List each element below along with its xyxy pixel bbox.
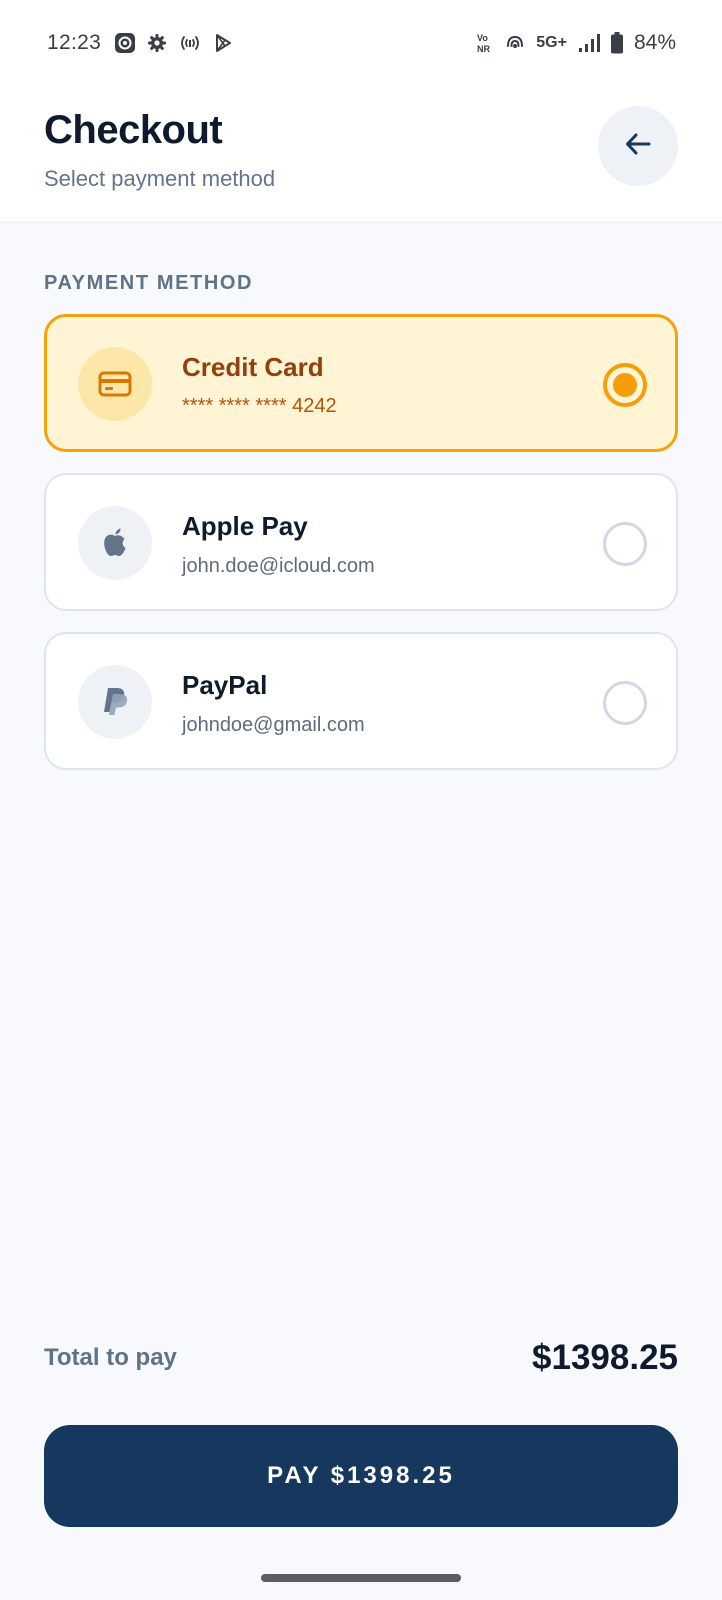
payment-option-title: Credit Card bbox=[182, 352, 324, 382]
page-header: Checkout Select payment method bbox=[0, 86, 722, 223]
payment-option-detail: john.doe@icloud.com bbox=[182, 555, 375, 577]
paypal-icon bbox=[78, 665, 152, 739]
apple-icon bbox=[78, 506, 152, 580]
radio-unselected[interactable] bbox=[603, 522, 647, 566]
payment-option-credit-card[interactable]: Credit Card **** **** **** 4242 bbox=[44, 314, 678, 452]
credit-card-icon bbox=[78, 347, 152, 421]
back-button[interactable] bbox=[598, 106, 678, 186]
vonr-icon: Vo NR bbox=[476, 32, 494, 54]
radio-dot bbox=[613, 373, 637, 397]
play-store-icon bbox=[213, 33, 233, 53]
payment-option-detail: **** **** **** 4242 bbox=[182, 395, 337, 417]
arrow-left-icon bbox=[623, 129, 653, 164]
total-value: $1398.25 bbox=[532, 1338, 678, 1377]
radio-unselected[interactable] bbox=[603, 681, 647, 725]
signal-strength-icon bbox=[578, 33, 600, 53]
network-type-label: 5G+ bbox=[536, 34, 567, 51]
status-bar: 12:23 Vo NR 5G+ 84% bbox=[0, 0, 722, 86]
wifi-calling-icon bbox=[505, 34, 525, 52]
payment-option-title: PayPal bbox=[182, 670, 268, 700]
home-indicator[interactable] bbox=[261, 1574, 461, 1582]
checkout-screen: 12:23 Vo NR 5G+ 84% Checkout Select paym… bbox=[0, 0, 722, 1600]
svg-text:NR: NR bbox=[477, 44, 490, 54]
payment-option-apple-pay[interactable]: Apple Pay john.doe@icloud.com bbox=[44, 473, 678, 611]
radio-selected[interactable] bbox=[603, 363, 647, 407]
page-title: Checkout bbox=[44, 108, 223, 152]
battery-icon bbox=[610, 32, 623, 54]
status-bar-left: 12:23 bbox=[47, 31, 233, 55]
page-subtitle: Select payment method bbox=[44, 166, 276, 191]
payment-option-title: Apple Pay bbox=[182, 511, 308, 541]
settings-gear-icon bbox=[147, 33, 167, 53]
status-time: 12:23 bbox=[47, 31, 102, 54]
pay-button[interactable]: PAY $1398.25 bbox=[44, 1425, 678, 1527]
payment-option-detail: johndoe@gmail.com bbox=[182, 714, 365, 736]
camera-app-icon bbox=[114, 32, 136, 54]
status-bar-right: Vo NR 5G+ 84% bbox=[476, 31, 676, 55]
svg-text:Vo: Vo bbox=[477, 33, 488, 43]
payment-method-section-label: PAYMENT METHOD bbox=[44, 272, 254, 294]
hotspot-icon bbox=[178, 33, 202, 53]
battery-percent: 84% bbox=[633, 31, 676, 54]
total-label: Total to pay bbox=[44, 1344, 177, 1371]
payment-option-paypal[interactable]: PayPal johndoe@gmail.com bbox=[44, 632, 678, 770]
